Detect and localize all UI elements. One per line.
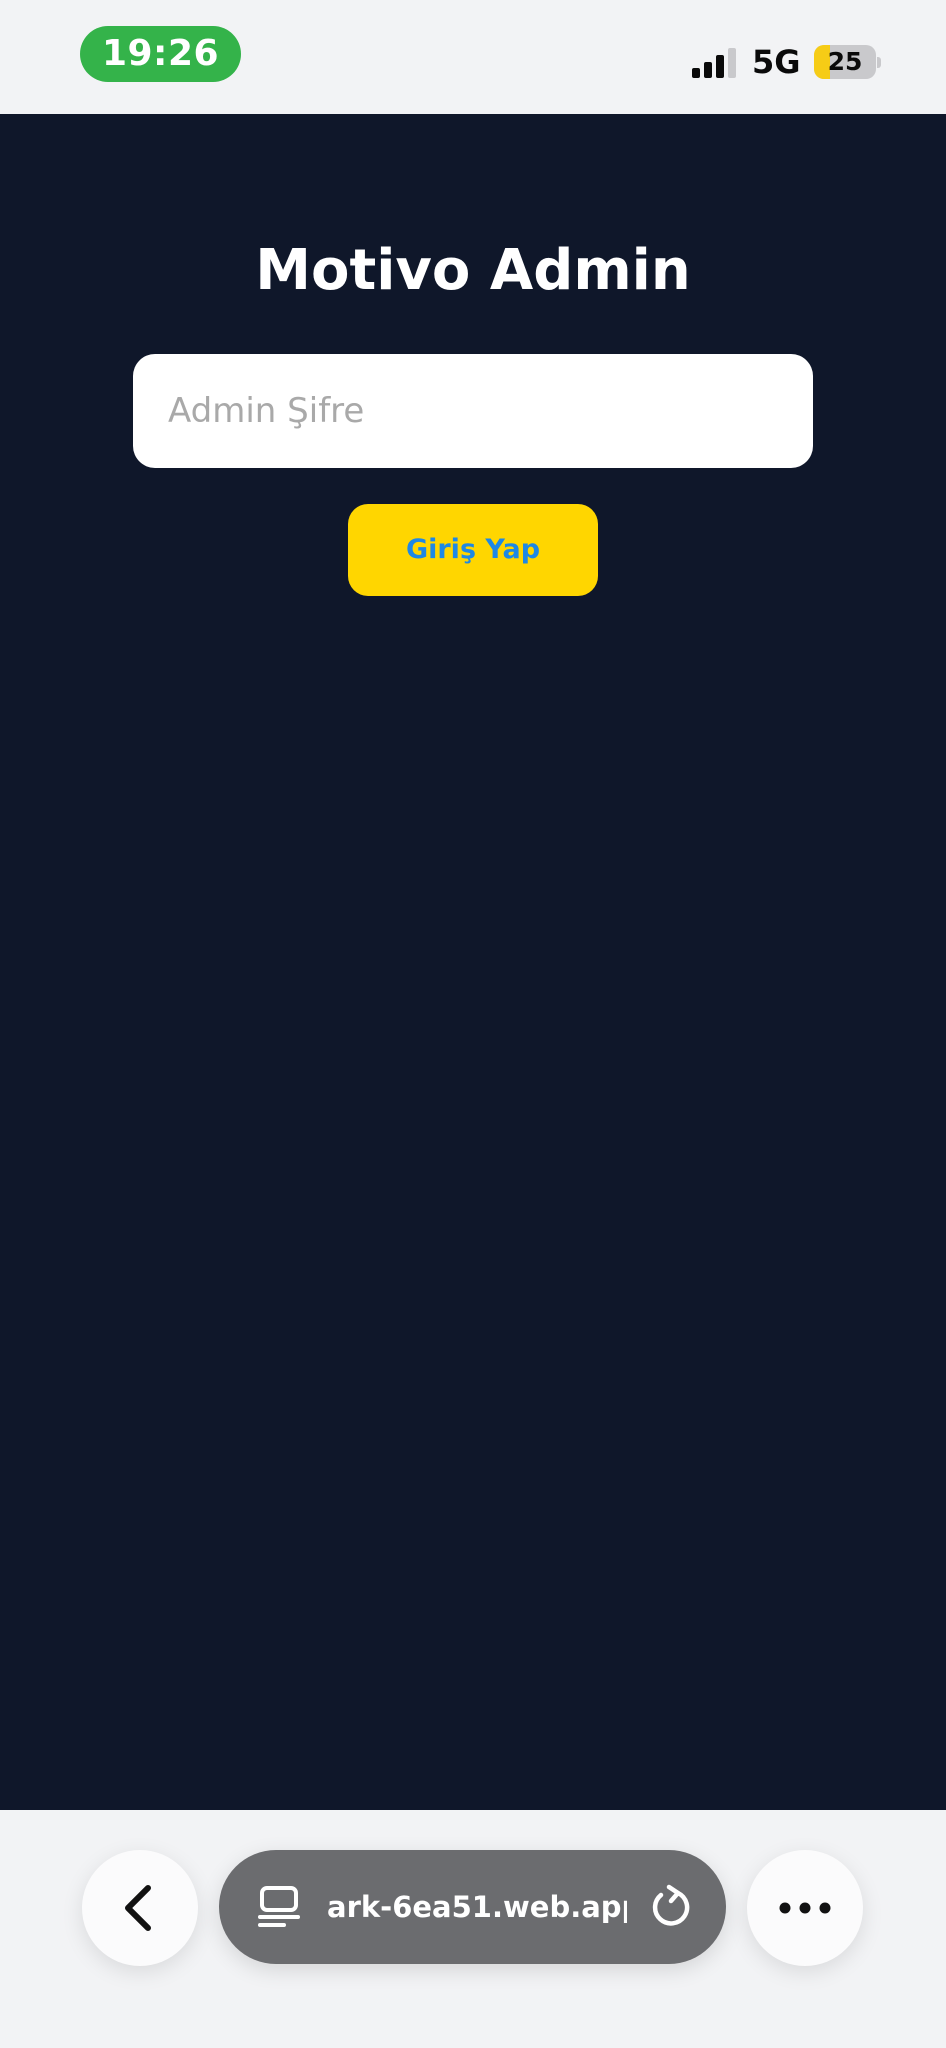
admin-login-page: Motivo Admin Giriş Yap	[0, 114, 946, 1810]
back-button[interactable]	[82, 1850, 198, 1966]
status-bar: 19:26 5G 25	[0, 0, 946, 114]
browser-toolbar: ark-6ea51.web.app	[0, 1810, 946, 2048]
admin-password-input[interactable]	[133, 354, 813, 468]
status-time: 19:26	[80, 26, 241, 82]
battery-icon: 25	[814, 45, 881, 79]
tabs-icon[interactable]	[255, 1882, 305, 1932]
page-title: Motivo Admin	[255, 238, 691, 303]
address-bar[interactable]: ark-6ea51.web.app	[219, 1850, 726, 1964]
reload-icon[interactable]	[647, 1883, 695, 1931]
cellular-signal-icon	[692, 48, 736, 78]
ellipsis-icon	[779, 1902, 831, 1914]
network-type: 5G	[752, 43, 801, 81]
url-text[interactable]: ark-6ea51.web.app	[327, 1850, 627, 1964]
battery-percentage: 25	[827, 47, 863, 76]
more-options-button[interactable]	[747, 1850, 863, 1966]
chevron-left-icon	[125, 1885, 151, 1931]
login-button[interactable]: Giriş Yap	[348, 504, 598, 596]
phone-screen: 19:26 5G 25 Motivo Admin Giriş Yap ark-6…	[0, 0, 946, 2048]
